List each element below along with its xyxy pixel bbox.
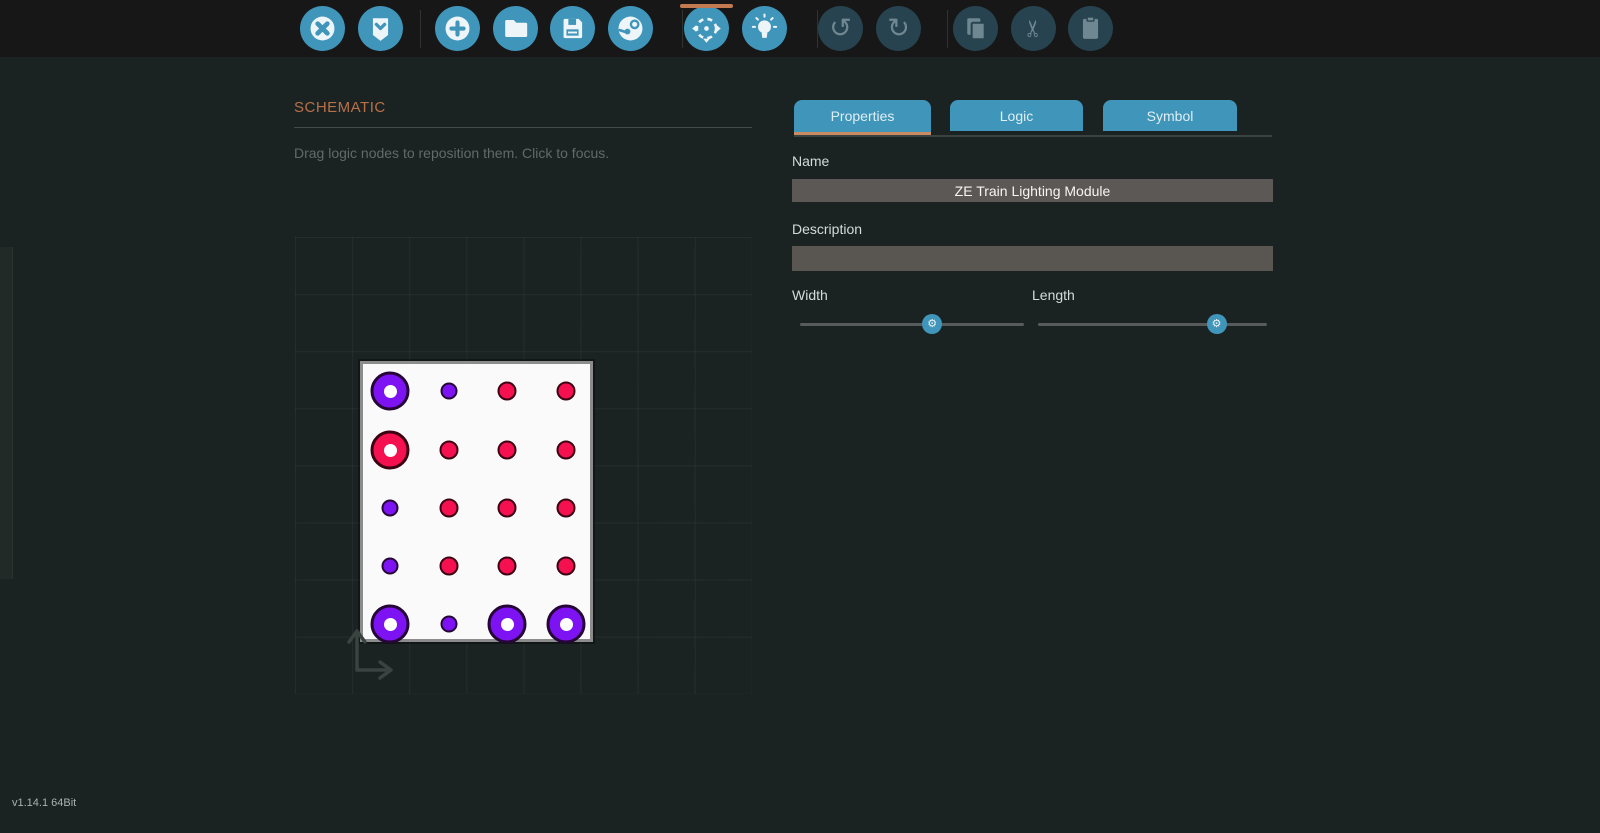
tab-symbol[interactable]: Symbol: [1103, 100, 1237, 131]
logic-node-red[interactable]: [557, 382, 576, 401]
logic-node-red[interactable]: [557, 441, 576, 460]
logic-node-red[interactable]: [440, 557, 459, 576]
logic-node-purple-io[interactable]: [547, 605, 586, 644]
toolbar: ↺ ↻ ✂: [0, 0, 1600, 57]
axis-origin-icon: [330, 612, 400, 682]
move-nodes-icon: [684, 6, 729, 51]
steam-icon: [608, 6, 653, 51]
logic-node-red[interactable]: [498, 441, 517, 460]
steam-button[interactable]: [608, 6, 653, 51]
cut-button[interactable]: ✂: [1011, 6, 1056, 51]
description-field-label: Description: [792, 221, 862, 237]
logic-node-red[interactable]: [498, 382, 517, 401]
schematic-hint-text: Drag logic nodes to reposition them. Cli…: [294, 145, 609, 161]
tab-properties[interactable]: Properties: [794, 100, 931, 135]
open-button[interactable]: [493, 6, 538, 51]
width-slider-label: Width: [792, 287, 828, 303]
logic-node-red-io[interactable]: [371, 431, 410, 470]
logic-node-purple-io[interactable]: [488, 605, 527, 644]
copy-button[interactable]: [953, 6, 998, 51]
close-icon: [300, 6, 345, 51]
gear-icon: ⚙: [1212, 314, 1222, 334]
logic-node-purple-small[interactable]: [382, 558, 399, 575]
toolbar-separator: [947, 10, 948, 48]
length-slider-label: Length: [1032, 287, 1075, 303]
cut-icon: ✂: [1011, 6, 1056, 51]
logic-node-purple-small[interactable]: [441, 383, 458, 400]
length-slider-track[interactable]: [1038, 323, 1267, 326]
node-center: [560, 618, 573, 631]
name-input[interactable]: [792, 179, 1273, 202]
undo-icon: ↺: [818, 6, 863, 51]
schematic-divider: [294, 127, 752, 128]
floppy-icon: [550, 6, 595, 51]
width-slider[interactable]: ⚙: [800, 314, 1024, 334]
node-center: [384, 385, 397, 398]
description-input[interactable]: [792, 246, 1273, 271]
schematic-section-title: SCHEMATIC: [294, 99, 386, 116]
schematic-grid-canvas[interactable]: [295, 237, 752, 694]
toolbar-separator: [817, 10, 818, 48]
left-panel-edge: [0, 247, 13, 579]
new-button[interactable]: [435, 6, 480, 51]
redo-icon: ↻: [876, 6, 921, 51]
length-slider[interactable]: ⚙: [1038, 314, 1267, 334]
logic-node-red[interactable]: [498, 557, 517, 576]
folder-icon: [493, 6, 538, 51]
version-label: v1.14.1 64Bit: [12, 797, 76, 809]
name-field-label: Name: [792, 153, 829, 169]
lightbulb-icon: [742, 6, 787, 51]
logic-node-purple-io[interactable]: [371, 372, 410, 411]
copy-icon: [953, 6, 998, 51]
workshop-button[interactable]: [358, 6, 403, 51]
logic-node-red[interactable]: [557, 499, 576, 518]
close-button[interactable]: [300, 6, 345, 51]
paste-icon: [1068, 6, 1113, 51]
active-tool-indicator: [680, 4, 733, 8]
paste-button[interactable]: [1068, 6, 1113, 51]
redo-button[interactable]: ↻: [876, 6, 921, 51]
logic-node-purple-small[interactable]: [441, 616, 458, 633]
length-slider-thumb[interactable]: ⚙: [1207, 314, 1227, 334]
move-tool-button[interactable]: [684, 6, 729, 51]
logic-node-red[interactable]: [557, 557, 576, 576]
undo-button[interactable]: ↺: [818, 6, 863, 51]
tab-logic[interactable]: Logic: [950, 100, 1083, 131]
module-board: [360, 361, 593, 642]
logic-node-purple-small[interactable]: [382, 500, 399, 517]
toolbar-separator: [420, 10, 421, 48]
width-slider-thumb[interactable]: ⚙: [922, 314, 942, 334]
plus-icon: [435, 6, 480, 51]
light-button[interactable]: [742, 6, 787, 51]
logic-node-red[interactable]: [440, 499, 459, 518]
tabs-underline: [794, 135, 1272, 137]
toolbar-separator: [682, 10, 683, 48]
logic-node-red[interactable]: [440, 441, 459, 460]
width-slider-track[interactable]: [800, 323, 1024, 326]
node-center: [384, 444, 397, 457]
logic-node-red[interactable]: [498, 499, 517, 518]
save-button[interactable]: [550, 6, 595, 51]
workshop-flag-icon: [358, 6, 403, 51]
app-window: { "app": { "version_label": "v1.14.1 64B…: [0, 0, 1600, 833]
gear-icon: ⚙: [927, 314, 937, 334]
node-center: [501, 618, 514, 631]
